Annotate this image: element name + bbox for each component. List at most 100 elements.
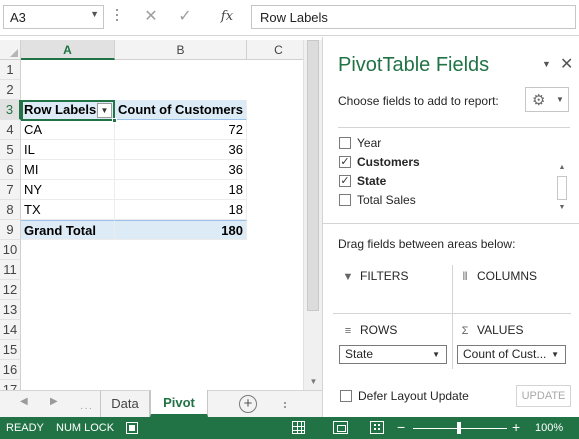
enter-icon[interactable]: ✓ [168, 5, 202, 29]
pane-options-chevron-icon[interactable]: ▼ [542, 59, 551, 69]
chevron-down-icon: ▼ [556, 95, 564, 104]
field-list-scroll-thumb[interactable] [557, 176, 567, 200]
row-header-9[interactable]: 9 [0, 220, 21, 240]
field-item-total-sales[interactable]: Total Sales [338, 191, 550, 210]
filters-area-header: ▼ FILTERS [341, 269, 409, 287]
fill-handle[interactable] [112, 118, 117, 123]
cell-b9[interactable]: 180 [115, 220, 247, 240]
cell-a5[interactable]: IL [21, 140, 115, 160]
values-field-label: Count of Cust... [463, 347, 547, 361]
zoom-level[interactable]: 100% [535, 422, 563, 434]
status-bar: READY NUM LOCK − + 100% [0, 417, 579, 439]
cell-a4[interactable]: CA [21, 120, 115, 140]
cell-a7[interactable]: NY [21, 180, 115, 200]
field-item-customers[interactable]: ✓ Customers [338, 153, 550, 172]
field-list-tools-button[interactable]: ⚙ ▼ [525, 87, 569, 112]
field-checkbox-state[interactable]: ✓ [339, 175, 351, 187]
zoom-slider-thumb[interactable] [457, 422, 461, 434]
row-header-1[interactable]: 1 [0, 60, 21, 80]
cell-b3[interactable]: Count of Customers [115, 100, 247, 120]
cell-b6[interactable]: 36 [115, 160, 247, 180]
area-divider-horizontal [333, 313, 571, 314]
scroll-down-icon[interactable]: ▼ [304, 374, 323, 390]
field-checkbox-total-sales[interactable] [339, 194, 351, 206]
page-layout-view-icon[interactable] [333, 421, 348, 434]
sigma-icon: Σ [461, 325, 469, 337]
values-label: VALUES [477, 323, 524, 337]
row-header-15[interactable]: 15 [0, 340, 21, 360]
field-item-state[interactable]: ✓ State [338, 172, 550, 191]
row-labels-filter-button[interactable]: ▼ [97, 103, 112, 118]
scroll-up-icon[interactable]: ▲ [555, 164, 569, 174]
defer-layout-checkbox[interactable] [340, 390, 352, 402]
field-checkbox-customers[interactable]: ✓ [339, 156, 351, 168]
vertical-scrollbar[interactable]: ▼ [303, 40, 322, 390]
more-tabs-icon[interactable]: ··· [80, 403, 93, 414]
filter-icon: ▼ [342, 271, 354, 283]
worksheet-grid[interactable]: A B C 1 2 3 4 5 6 7 8 9 10 11 12 13 14 15 16 17 Row Labe… [0, 40, 322, 390]
row-header-2[interactable]: 2 [0, 80, 21, 100]
insert-function-icon[interactable]: fx [210, 5, 244, 29]
field-item-year[interactable]: Year [338, 134, 550, 153]
sheet-tab-data[interactable]: Data [100, 391, 150, 417]
field-list-scrollbar[interactable]: ▲ ▼ [555, 164, 569, 214]
scroll-tabs-right-icon[interactable]: ▶ [50, 396, 58, 407]
cell-a9[interactable]: Grand Total [21, 220, 115, 240]
scroll-down-icon[interactable]: ▼ [555, 204, 569, 214]
cell-b4[interactable]: 72 [115, 120, 247, 140]
columns-icon: ⫴ [462, 271, 468, 283]
select-all-button[interactable] [0, 40, 21, 60]
page-break-view-icon[interactable] [370, 421, 384, 434]
rows-field-state[interactable]: State ▼ [339, 345, 447, 364]
cell-a6[interactable]: MI [21, 160, 115, 180]
zoom-out-button[interactable]: − [397, 419, 405, 435]
chevron-down-icon[interactable]: ▼ [551, 346, 559, 363]
column-header-b[interactable]: B [115, 40, 247, 60]
values-field-count[interactable]: Count of Cust... ▼ [457, 345, 566, 364]
cell-b5[interactable]: 36 [115, 140, 247, 160]
values-area-header: Σ VALUES [458, 323, 524, 341]
column-header-a[interactable]: A [21, 40, 115, 60]
row-header-8[interactable]: 8 [0, 200, 21, 220]
row-header-10[interactable]: 10 [0, 240, 21, 260]
row-header-3[interactable]: 3 [0, 100, 21, 120]
row-header-17[interactable]: 17 [0, 380, 21, 390]
formula-bar-grip-icon[interactable] [114, 6, 120, 28]
chevron-down-icon[interactable]: ▼ [432, 346, 440, 363]
field-checkbox-year[interactable] [339, 137, 351, 149]
zoom-in-button[interactable]: + [512, 419, 520, 435]
rows-field-label: State [345, 347, 374, 361]
cancel-icon[interactable]: ✕ [134, 5, 168, 29]
row-header-14[interactable]: 14 [0, 320, 21, 340]
normal-view-icon[interactable] [292, 421, 305, 434]
sheet-tab-pivot[interactable]: Pivot [150, 390, 208, 417]
cell-a8[interactable]: TX [21, 200, 115, 220]
formula-input[interactable]: Row Labels [251, 5, 576, 29]
scroll-tabs-left-icon[interactable]: ◀ [20, 396, 28, 407]
add-sheet-button[interactable]: + [239, 395, 257, 413]
rows-area-header: ≡ ROWS [341, 323, 398, 341]
close-icon[interactable]: ✕ [560, 54, 573, 74]
row-header-16[interactable]: 16 [0, 360, 21, 380]
chevron-down-icon[interactable]: ▼ [90, 9, 99, 19]
column-header-c[interactable]: C [247, 40, 311, 60]
update-button[interactable]: UPDATE [516, 385, 571, 407]
row-header-7[interactable]: 7 [0, 180, 21, 200]
pane-divider [323, 223, 579, 224]
status-num-lock: NUM LOCK [56, 422, 115, 434]
field-label: Year [357, 136, 382, 150]
vertical-scroll-thumb[interactable] [307, 40, 319, 311]
row-header-13[interactable]: 13 [0, 300, 21, 320]
filters-label: FILTERS [360, 269, 409, 283]
row-header-5[interactable]: 5 [0, 140, 21, 160]
row-header-12[interactable]: 12 [0, 280, 21, 300]
row-header-4[interactable]: 4 [0, 120, 21, 140]
row-header-6[interactable]: 6 [0, 160, 21, 180]
macro-record-icon[interactable] [126, 422, 138, 434]
row-header-11[interactable]: 11 [0, 260, 21, 280]
tab-splitter-icon[interactable] [284, 402, 288, 408]
rows-icon: ≡ [344, 325, 352, 337]
name-box[interactable]: A3 ▼ [3, 5, 104, 29]
cell-b7[interactable]: 18 [115, 180, 247, 200]
cell-b8[interactable]: 18 [115, 200, 247, 220]
